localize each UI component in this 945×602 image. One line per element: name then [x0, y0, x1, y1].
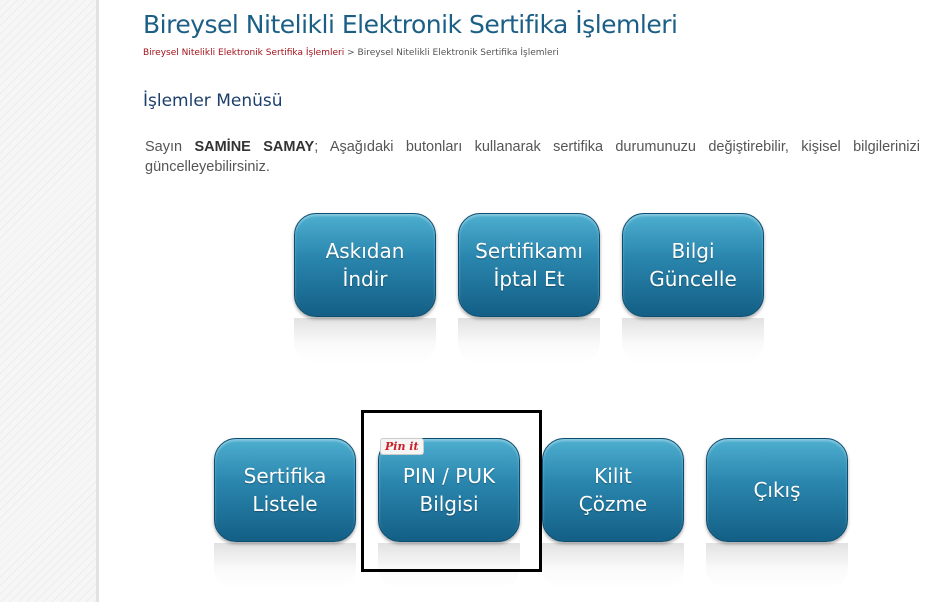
bilgi-guncelle-label: Bilgi Güncelle: [649, 239, 737, 291]
button-reflection: [214, 543, 356, 589]
cikis-label: Çıkış: [753, 478, 801, 502]
askidan-indir-label: Askıdan İndir: [325, 239, 405, 291]
page-title: Bireysel Nitelikli Elektronik Sertifika …: [143, 10, 678, 39]
button-reflection: [706, 543, 848, 589]
breadcrumb-current: Bireysel Nitelikli Elektronik Sertifika …: [357, 48, 559, 58]
kilit-cozme-button[interactable]: Kilit Çözme: [542, 438, 684, 542]
kilit-cozme-label: Kilit Çözme: [578, 464, 648, 516]
left-decorative-strip: [0, 0, 96, 602]
sertifikami-iptal-et-button[interactable]: Sertifikamı İptal Et: [458, 213, 600, 317]
sertifikami-iptal-et-label: Sertifikamı İptal Et: [475, 239, 583, 291]
breadcrumb: Bireysel Nitelikli Elektronik Sertifika …: [143, 48, 559, 58]
askidan-indir-button[interactable]: Askıdan İndir: [294, 213, 436, 317]
user-name: SAMİNE SAMAY: [194, 139, 315, 155]
breadcrumb-separator: >: [347, 48, 355, 58]
intro-prefix: Sayın: [145, 139, 183, 155]
cikis-button[interactable]: Çıkış: [706, 438, 848, 542]
button-reflection: [622, 318, 764, 364]
breadcrumb-link[interactable]: Bireysel Nitelikli Elektronik Sertifika …: [143, 48, 344, 58]
left-border: [96, 0, 99, 602]
sertifika-listele-button[interactable]: Sertifika Listele: [214, 438, 356, 542]
bilgi-guncelle-button[interactable]: Bilgi Güncelle: [622, 213, 764, 317]
pin-it-button[interactable]: Pin it: [380, 438, 424, 455]
highlight-box: [361, 410, 542, 572]
button-reflection: [542, 543, 684, 589]
button-reflection: [458, 318, 600, 364]
intro-text: Sayın SAMİNE SAMAY; Aşağıdaki butonları …: [145, 137, 920, 177]
button-reflection: [294, 318, 436, 364]
sertifika-listele-label: Sertifika Listele: [243, 464, 327, 516]
section-title: İşlemler Menüsü: [143, 91, 283, 111]
